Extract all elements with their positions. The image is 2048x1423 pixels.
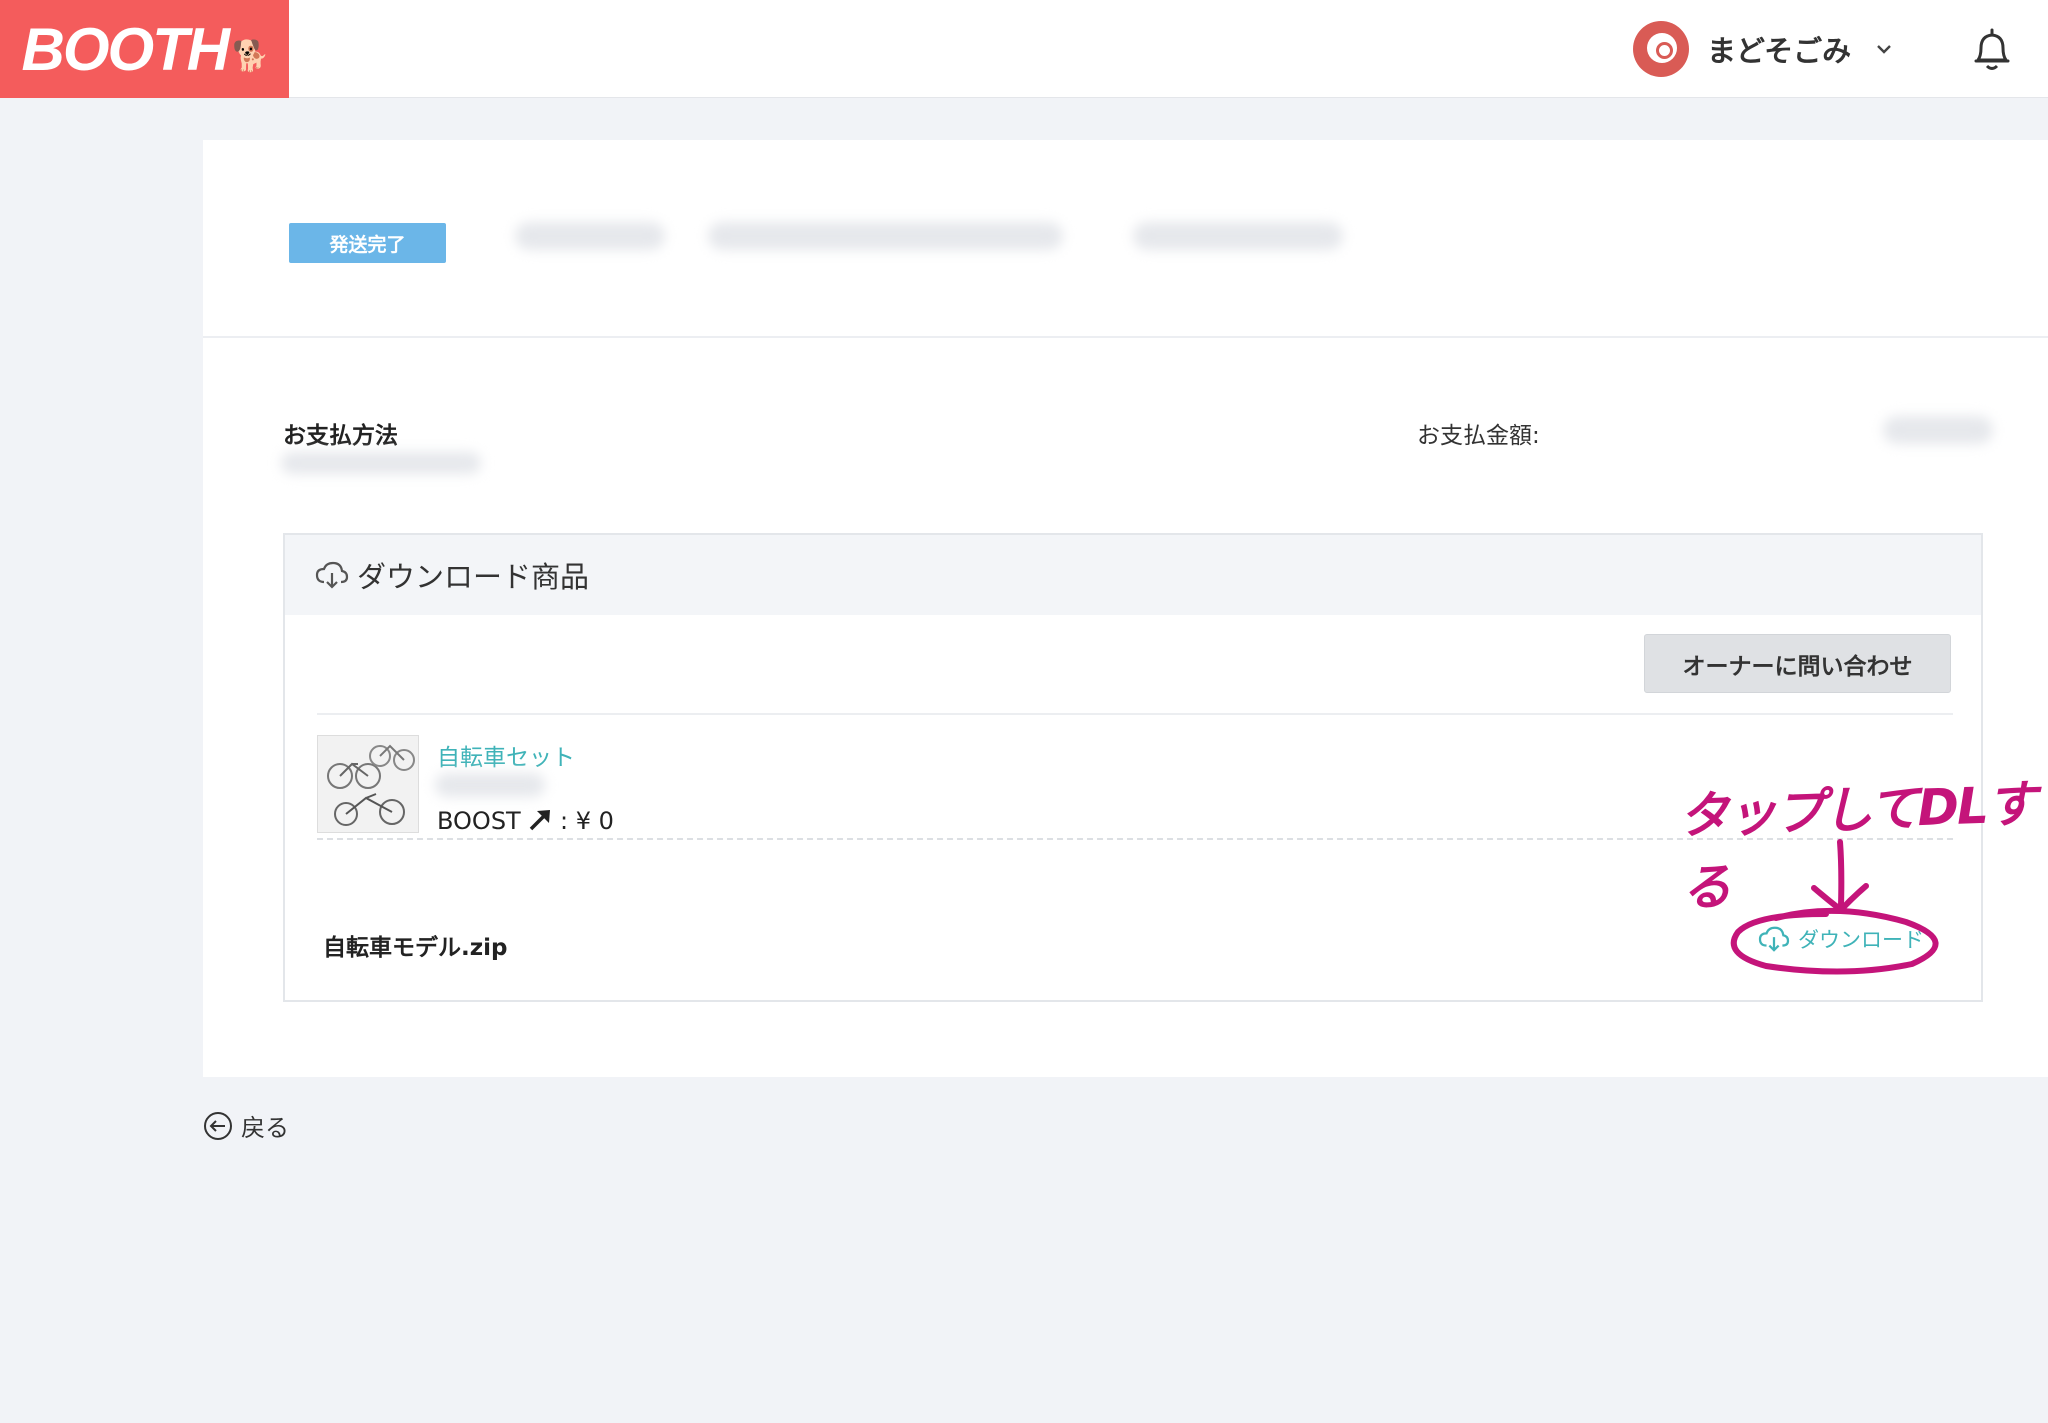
contact-owner-button[interactable]: オーナーに問い合わせ <box>1644 634 1951 693</box>
blurred-payment-method <box>281 452 481 474</box>
arrow-up-right-icon <box>530 810 551 831</box>
booth-logo[interactable]: BOOTH 🐕 <box>0 0 289 98</box>
blurred-payment-amount <box>1883 416 1993 444</box>
payment-amount-label: お支払金額: <box>1417 423 1540 449</box>
divider <box>317 713 1953 715</box>
order-status-row: 発送完了 <box>203 140 2048 338</box>
annotation-arrow-and-circle <box>1730 839 1939 975</box>
cloud-download-icon <box>315 561 349 589</box>
arrow-left-circle-icon <box>204 1111 232 1140</box>
blurred-order-info <box>708 222 1063 250</box>
price-value: : ¥ 0 <box>560 807 614 835</box>
user-name: まどそごみ <box>1707 34 1852 68</box>
payment-method-label: お支払方法 <box>283 423 398 449</box>
notification-bell-icon[interactable] <box>1970 26 2014 74</box>
user-menu[interactable]: まどそごみ <box>1633 21 1895 77</box>
back-label: 戻る <box>241 1114 289 1142</box>
product-thumbnail[interactable] <box>317 735 419 833</box>
status-badge: 発送完了 <box>289 223 446 263</box>
blurred-order-info <box>515 222 665 250</box>
site-header: BOOTH 🐕 まどそごみ <box>0 0 2048 98</box>
boost-price: BOOST : ¥ 0 <box>437 807 614 835</box>
product-name-link[interactable]: 自転車セット <box>437 738 575 772</box>
dog-icon: 🐕 <box>232 39 269 73</box>
boost-label: BOOST <box>437 807 521 835</box>
logo-text: BOOTH <box>21 15 230 83</box>
file-name: 自転車モデル.zip <box>323 935 508 961</box>
blurred-shop-name <box>435 773 545 797</box>
back-link[interactable]: 戻る <box>203 1108 289 1143</box>
download-section-header: ダウンロード商品 <box>285 535 1981 615</box>
chevron-down-icon <box>1877 45 1891 54</box>
blurred-order-info <box>1133 222 1343 250</box>
download-section-title: ダウンロード商品 <box>357 560 590 594</box>
avatar <box>1633 21 1689 77</box>
